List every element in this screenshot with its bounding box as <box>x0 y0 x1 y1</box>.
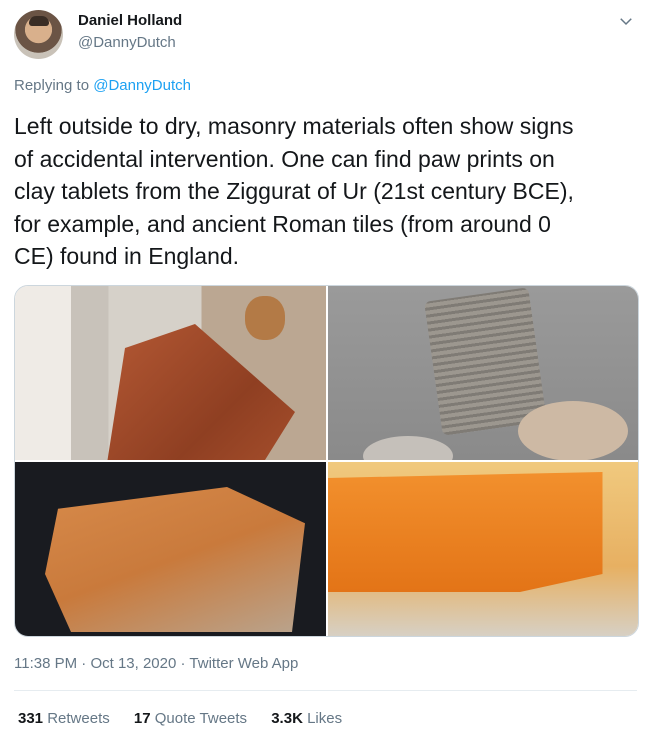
quote-tweets-stat[interactable]: 17 Quote Tweets <box>134 710 251 727</box>
photo-orange-brick[interactable] <box>327 462 638 636</box>
likes-stat[interactable]: 3.3K Likes <box>271 710 342 727</box>
replying-prefix: Replying to <box>14 77 90 94</box>
tweet-date[interactable]: Oct 13, 2020 <box>90 655 176 672</box>
author-handle[interactable]: @DannyDutch <box>78 34 176 51</box>
author-name[interactable]: Daniel Holland <box>78 12 182 29</box>
tweet-line: for example, and ancient Roman tiles (fr… <box>14 210 551 237</box>
replying-to: Replying to @DannyDutch <box>14 77 191 94</box>
reply-handle-link[interactable]: @DannyDutch <box>93 77 191 94</box>
disc-shape <box>517 401 628 460</box>
chevron-down-icon[interactable] <box>617 12 635 30</box>
quote-tweets-count: 17 <box>133 710 151 727</box>
tweet-stats: 331 Retweets 17 Quote Tweets 3.3K Likes <box>18 710 362 727</box>
likes-label: Likes <box>307 710 343 727</box>
retweets-label: Retweets <box>47 710 110 727</box>
tweet-text: Left outside to dry, masonry materials o… <box>14 110 634 273</box>
pot-shape <box>245 296 285 340</box>
photo-clay-tablet[interactable] <box>327 286 638 460</box>
tweet-client[interactable]: Twitter Web App <box>189 655 298 672</box>
disc-shape <box>362 436 453 460</box>
tweet-line: CE) found in England. <box>14 243 240 269</box>
brick-shape <box>327 472 603 592</box>
tweet-line: of accidental intervention. One can find… <box>14 145 555 172</box>
tweet-header: Daniel Holland @DannyDutch <box>14 10 637 60</box>
tweet-time[interactable]: 11:38 PM <box>14 655 77 672</box>
likes-count: 3.3K <box>271 710 303 727</box>
tweet-line: clay tablets from the Ziggurat of Ur (21… <box>14 178 574 204</box>
quote-tweets-label: Quote Tweets <box>154 710 248 727</box>
tweet-line: Left outside to dry, masonry materials o… <box>14 113 574 139</box>
photo-paw-print-tile[interactable] <box>15 462 326 636</box>
photo-roman-tile-museum[interactable] <box>15 286 326 460</box>
media-grid <box>14 285 639 637</box>
meta-separator: · <box>81 655 87 672</box>
retweets-count: 331 <box>18 710 44 727</box>
tweet-meta: 11:38 PM · Oct 13, 2020 · Twitter Web Ap… <box>14 655 298 672</box>
avatar[interactable] <box>14 10 63 59</box>
retweets-stat[interactable]: 331 Retweets <box>18 710 114 727</box>
meta-separator: · <box>180 655 186 672</box>
brick-shape <box>45 487 305 632</box>
divider <box>14 690 637 691</box>
